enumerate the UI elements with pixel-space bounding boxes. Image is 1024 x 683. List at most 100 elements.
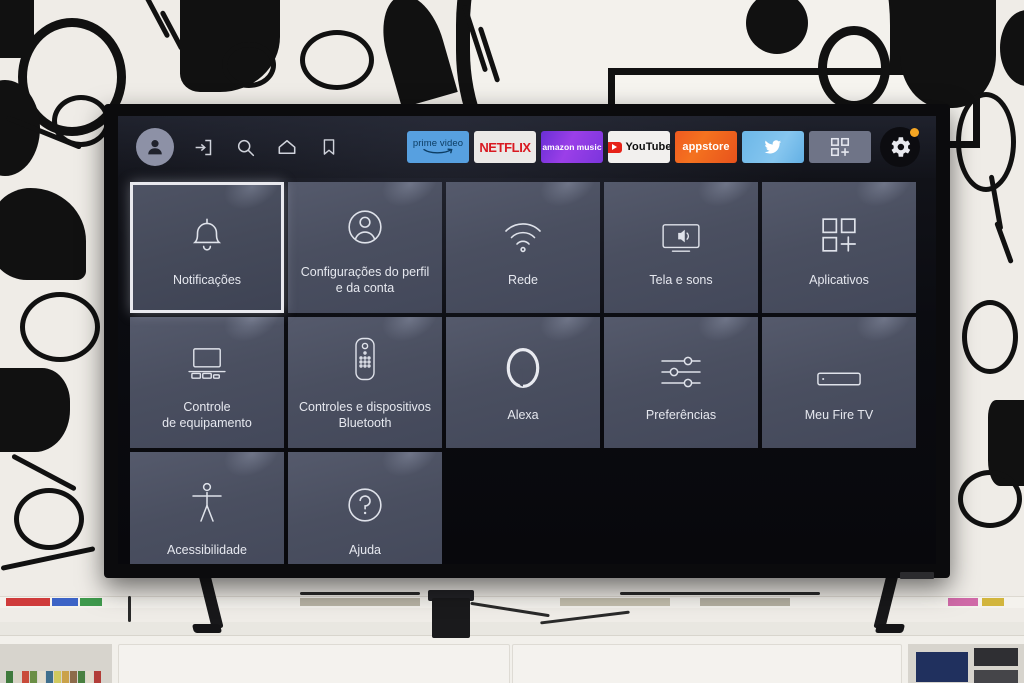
tile-ajuda[interactable]: Ajuda	[288, 452, 442, 564]
shelf-clutter	[982, 598, 1004, 606]
tile-label: Configurações do perfil e da conta	[300, 264, 430, 295]
tv-cabinet	[0, 622, 1024, 683]
app-netflix[interactable]: NETFLIX	[474, 131, 536, 163]
app-youtube[interactable]: YouTube	[608, 131, 670, 163]
app-prime-video[interactable]: prime video	[407, 131, 469, 163]
mural-shape	[962, 300, 1018, 374]
tile-configuracoes-perfil[interactable]: Configurações do perfil e da conta	[288, 182, 442, 313]
app-grid-button[interactable]	[809, 131, 871, 163]
mural-shape	[14, 488, 84, 550]
shelf-ledge	[0, 596, 1024, 608]
tile-aplicativos[interactable]: Aplicativos	[762, 182, 916, 313]
tile-rede[interactable]: Rede	[446, 182, 600, 313]
cable	[300, 592, 420, 595]
mural-shape	[0, 368, 70, 452]
shelf-clutter	[700, 598, 790, 606]
input-source-button[interactable]	[190, 134, 216, 160]
cabinet-door-right[interactable]	[512, 644, 902, 683]
tv-foot-right	[874, 624, 906, 633]
app-prime-video-label: prime video	[412, 137, 464, 149]
bell-icon	[189, 208, 225, 254]
settings-tile-grid: Notificações Configurações do perfil e d…	[130, 182, 916, 564]
shelf-clutter	[52, 598, 78, 606]
input-source-icon	[195, 139, 211, 155]
accessibility-icon	[190, 478, 224, 524]
mural-shape	[20, 292, 100, 362]
shelf-clutter	[560, 598, 670, 606]
apps-grid-plus-icon	[820, 208, 858, 254]
tile-label: Rede	[508, 272, 538, 287]
tile-preferencias[interactable]: Preferências	[604, 317, 758, 448]
cabinet-open-shelf	[0, 644, 112, 683]
app-amazon-music-label-1: amazon	[542, 142, 575, 152]
mural-shape	[300, 30, 374, 90]
bookmark-icon	[323, 139, 335, 155]
mural-shape	[1000, 10, 1024, 86]
mural-shape	[11, 453, 77, 492]
tile-label: Ajuda	[349, 542, 381, 557]
tile-acessibilidade[interactable]: Acessibilidade	[130, 452, 284, 564]
profile-avatar[interactable]	[136, 128, 174, 166]
mural-shape	[958, 470, 1022, 528]
tile-notificacoes[interactable]: Notificações	[130, 182, 284, 313]
cabinet-top	[0, 622, 1024, 636]
search-icon	[237, 139, 254, 156]
app-appstore-label: appstore	[682, 141, 730, 153]
cabinet-open-shelf-right	[908, 644, 1024, 683]
fire-tv-top-bar: prime video NETFLIX amazon music YouTube…	[118, 116, 936, 178]
tile-tela-e-sons[interactable]: Tela e sons	[604, 182, 758, 313]
question-circle-icon	[346, 478, 384, 524]
alexa-ring-icon	[505, 343, 541, 389]
app-shortcut-row: prime video NETFLIX amazon music YouTube…	[407, 127, 920, 167]
top-nav-icons	[136, 128, 342, 166]
app-amazon-music[interactable]: amazon music	[541, 131, 603, 163]
wifi-icon	[503, 208, 543, 254]
smile-arrow-icon	[423, 148, 453, 154]
watchlist-button[interactable]	[316, 134, 342, 160]
firestick-icon	[816, 343, 862, 389]
sliders-icon	[660, 343, 702, 389]
fire-tv-settings-screen: prime video NETFLIX amazon music YouTube…	[118, 116, 936, 564]
equipment-icon	[186, 335, 228, 381]
home-icon	[278, 139, 296, 155]
app-amazon-music-label-2: music	[576, 142, 602, 152]
soundbar-device	[432, 598, 470, 638]
mural-shape	[0, 188, 86, 280]
tile-label: Notificações	[172, 272, 242, 287]
shelf-clutter	[948, 598, 978, 606]
shelf-clutter	[300, 598, 420, 606]
tv-screen-bezel-inner: prime video NETFLIX amazon music YouTube…	[118, 116, 936, 564]
remote-control-icon	[353, 335, 377, 381]
home-button[interactable]	[274, 134, 300, 160]
tile-meu-fire-tv[interactable]: Meu Fire TV	[762, 317, 916, 448]
cable	[620, 592, 820, 595]
tile-label: Meu Fire TV	[804, 407, 874, 422]
tile-label: Controles e dispositivos Bluetooth	[298, 399, 431, 430]
mural-shape	[372, 0, 458, 108]
cable	[128, 596, 131, 622]
app-appstore[interactable]: appstore	[675, 131, 737, 163]
app-youtube-label: YouTube	[625, 141, 670, 153]
tile-label: Alexa	[507, 407, 539, 422]
television: prime video NETFLIX amazon music YouTube…	[104, 104, 950, 579]
person-circle-icon	[346, 200, 384, 246]
user-avatar-icon	[148, 140, 162, 155]
tile-label: Aplicativos	[809, 272, 869, 287]
tv-sound-icon	[660, 208, 702, 254]
cabinet-door-left[interactable]	[118, 644, 510, 683]
tile-alexa[interactable]: Alexa	[446, 317, 600, 448]
tile-controles-bluetooth[interactable]: Controles e dispositivos Bluetooth	[288, 317, 442, 448]
shelf-clutter	[6, 598, 50, 606]
youtube-play-icon	[608, 141, 623, 153]
search-button[interactable]	[232, 134, 258, 160]
settings-button[interactable]	[880, 127, 920, 167]
mural-shape	[956, 92, 1016, 192]
app-twitter[interactable]	[742, 131, 804, 163]
mural-shape	[0, 0, 34, 58]
tile-label: Preferências	[645, 407, 717, 422]
tile-controle-equipamento[interactable]: Controle de equipamento	[130, 317, 284, 448]
tv-foot-left	[191, 624, 223, 633]
shelf-clutter	[80, 598, 102, 606]
mural-shape	[994, 220, 1014, 265]
mural-shape	[222, 42, 276, 88]
